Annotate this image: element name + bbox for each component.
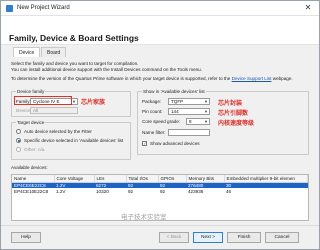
chevron-down-icon: ▼ xyxy=(204,109,208,114)
title-bar: New Project Wizard ✕ xyxy=(1,1,319,16)
chevron-down-icon: ▼ xyxy=(204,119,208,124)
other-device-label: Other: n/a xyxy=(24,147,45,152)
show-advanced-checkbox[interactable]: ✓ xyxy=(142,141,147,146)
column-header[interactable]: Memory Bits xyxy=(186,175,225,183)
intro-line-3-text: To determine the version of the Quartus … xyxy=(11,76,231,81)
auto-device-radio[interactable] xyxy=(16,129,21,134)
finish-button[interactable]: Finish xyxy=(227,232,261,243)
intro-line-3: To determine the version of the Quartus … xyxy=(11,76,293,81)
device-select-value: All xyxy=(33,108,39,113)
back-button[interactable]: < Back xyxy=(159,232,189,243)
wizard-app-icon xyxy=(6,5,13,12)
pin-count-label: Pin count: xyxy=(142,109,163,114)
column-header[interactable]: LEs xyxy=(94,175,127,183)
intro-line-3-suffix: webpage. xyxy=(271,76,293,81)
show-advanced-label: Show advanced devices xyxy=(150,141,200,146)
target-device-group: Target device Auto device selected by th… xyxy=(11,120,131,160)
package-select-value: TQFP xyxy=(171,99,184,104)
other-device-radio[interactable] xyxy=(16,147,21,152)
watermark: 电子技术实验室 xyxy=(121,214,167,221)
speed-grade-select-value: 8 xyxy=(189,119,192,124)
tab-strip: Device Board xyxy=(1,44,319,59)
table-row[interactable]: EP4CE10E22C8 1.2V 10320 92 92 423936 46 xyxy=(12,188,308,194)
package-label: Package: xyxy=(142,99,162,104)
device-filter-group: Show in 'Available devices' list Package… xyxy=(137,89,309,155)
table-cell: 46 xyxy=(226,188,232,194)
new-project-wizard-window: New Project Wizard ✕ Family, Device & Bo… xyxy=(0,0,320,250)
pin-count-select-value: 144 xyxy=(171,109,179,114)
table-cell: 92 xyxy=(128,188,134,194)
family-highlight-box xyxy=(14,96,72,105)
window-title: New Project Wizard xyxy=(17,5,70,11)
pin-count-select[interactable]: 144 ▼ xyxy=(168,108,210,115)
intro-line-2: You can install additional device suppor… xyxy=(11,67,203,72)
auto-device-label: Auto device selected by the Fitter xyxy=(24,129,92,134)
column-header[interactable]: Core Voltage xyxy=(54,175,95,183)
specific-device-radio[interactable] xyxy=(16,138,21,143)
table-cell: 423936 xyxy=(188,188,204,194)
name-filter-input[interactable] xyxy=(168,129,210,136)
target-device-group-label: Target device xyxy=(16,120,46,125)
device-select: All xyxy=(30,107,78,114)
wizard-header: Family, Device & Board Settings xyxy=(1,16,319,44)
device-filter-group-label: Show in 'Available devices' list xyxy=(142,89,206,94)
pin-count-annotation: 芯片引脚数 xyxy=(218,111,249,117)
table-cell: 92 xyxy=(160,188,166,194)
column-header[interactable]: Total I/Os xyxy=(126,175,159,183)
speed-grade-select[interactable]: 8 ▼ xyxy=(186,118,210,125)
intro-line-1: Select the family and device you want to… xyxy=(11,61,139,66)
table-cell: 1.2V xyxy=(56,188,66,194)
next-button[interactable]: Next > xyxy=(193,232,223,243)
page-title: Family, Device & Board Settings xyxy=(9,33,139,43)
help-button[interactable]: Help xyxy=(11,232,41,243)
wizard-footer: Help < Back Next > Finish Cancel xyxy=(1,225,319,249)
chevron-down-icon: ▼ xyxy=(72,99,76,104)
device-support-list-link[interactable]: Device Support List xyxy=(232,76,272,81)
table-header-row: Name Core Voltage LEs Total I/Os GPIOs M… xyxy=(12,175,308,183)
cancel-button[interactable]: Cancel xyxy=(265,232,299,243)
close-icon[interactable]: ✕ xyxy=(303,3,313,13)
table-cell: EP4CE10E22C8 xyxy=(14,188,49,194)
name-filter-label: Name filter: xyxy=(142,130,166,135)
family-annotation: 芯片家族 xyxy=(81,100,106,106)
specific-device-label: Specific device selected in 'Available d… xyxy=(24,138,124,143)
speed-grade-annotation: 内核速度等级 xyxy=(218,121,255,127)
column-header[interactable]: Embedded multiplier 9-bit elemen xyxy=(224,175,308,183)
speed-grade-label: Core speed grade: xyxy=(142,119,181,124)
package-select[interactable]: TQFP ▼ xyxy=(168,98,210,105)
column-header[interactable]: GPIOs xyxy=(158,175,187,183)
package-annotation: 芯片封装 xyxy=(218,101,243,107)
device-family-group-label: Device family xyxy=(16,89,46,94)
available-devices-label: Available devices: xyxy=(11,165,48,170)
table-cell: 10320 xyxy=(96,188,109,194)
device-tab-content: Select the family and device you want to… xyxy=(1,57,319,225)
chevron-down-icon: ▼ xyxy=(204,99,208,104)
column-header[interactable]: Name xyxy=(12,175,55,183)
